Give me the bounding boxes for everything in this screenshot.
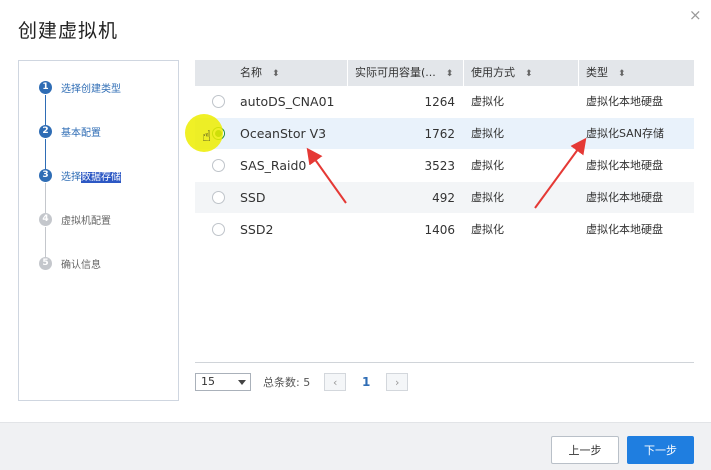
cell-usage: 虚拟化 bbox=[471, 95, 504, 108]
datastore-table: 名称 ⬍ 实际可用容量(... ⬍ 使用方式 ⬍ 类型 ⬍ autoDS_CNA01 1… bbox=[195, 60, 694, 246]
hand-cursor-icon: ☝ bbox=[202, 127, 212, 145]
cell-usage: 虚拟化 bbox=[471, 159, 504, 172]
column-divider[interactable] bbox=[347, 60, 348, 86]
table-row[interactable]: SSD 492 虚拟化 虚拟化本地硬盘 bbox=[195, 182, 694, 214]
cell-name: OceanStor V3 bbox=[240, 126, 327, 141]
table-row[interactable]: SSD2 1406 虚拟化 虚拟化本地硬盘 bbox=[195, 214, 694, 246]
step-label: 虚拟机配置 bbox=[61, 215, 111, 227]
page-size-value: 15 bbox=[201, 375, 215, 388]
cell-usage: 虚拟化 bbox=[471, 223, 504, 236]
cell-capacity: 1762 bbox=[424, 127, 455, 141]
chevron-down-icon bbox=[238, 380, 246, 385]
step-4: 4 虚拟机配置 bbox=[39, 209, 111, 229]
sort-icon[interactable]: ⬍ bbox=[272, 69, 280, 79]
step-1[interactable]: 1 选择创建类型 bbox=[39, 77, 121, 97]
sort-icon[interactable]: ⬍ bbox=[618, 69, 626, 79]
column-header-name[interactable]: 名称 ⬍ bbox=[240, 60, 280, 86]
column-header-capacity[interactable]: 实际可用容量(... ⬍ bbox=[355, 60, 453, 86]
cell-name: autoDS_CNA01 bbox=[240, 94, 335, 109]
create-vm-dialog: 创建虚拟机 × 1 选择创建类型 2 基本配置 3 选择数据存储 4 虚拟机配置… bbox=[0, 0, 711, 470]
step-label: 选择创建类型 bbox=[61, 83, 121, 95]
cell-name: SSD bbox=[240, 190, 266, 205]
cell-usage: 虚拟化 bbox=[471, 127, 504, 140]
table-row[interactable]: autoDS_CNA01 1264 虚拟化 虚拟化本地硬盘 bbox=[195, 86, 694, 118]
cell-capacity: 3523 bbox=[424, 159, 455, 173]
column-header-usage[interactable]: 使用方式 ⬍ bbox=[471, 60, 533, 86]
cell-name: SAS_Raid0 bbox=[240, 158, 307, 173]
close-icon[interactable]: × bbox=[689, 6, 702, 24]
step-number: 1 bbox=[39, 80, 52, 94]
row-radio[interactable] bbox=[212, 95, 225, 108]
step-number: 3 bbox=[39, 168, 52, 182]
cell-capacity: 1264 bbox=[424, 95, 455, 109]
next-page-button[interactable]: › bbox=[386, 373, 409, 391]
next-step-button[interactable]: 下一步 bbox=[627, 436, 694, 464]
row-radio[interactable] bbox=[212, 223, 225, 236]
column-title: 名称 bbox=[240, 66, 262, 79]
column-title: 使用方式 bbox=[471, 66, 515, 79]
column-title: 类型 bbox=[586, 66, 608, 79]
sort-icon[interactable]: ⬍ bbox=[525, 69, 533, 79]
column-header-type[interactable]: 类型 ⬍ bbox=[586, 60, 626, 86]
step-number: 4 bbox=[39, 212, 52, 226]
cell-type: 虚拟化本地硬盘 bbox=[586, 191, 663, 204]
step-label-prefix: 选择 bbox=[61, 171, 81, 183]
table-footer-divider bbox=[195, 362, 694, 363]
cell-type: 虚拟化本地硬盘 bbox=[586, 95, 663, 108]
step-number: 5 bbox=[39, 256, 52, 270]
row-radio[interactable] bbox=[212, 159, 225, 172]
column-divider[interactable] bbox=[578, 60, 579, 86]
step-label: 基本配置 bbox=[61, 127, 101, 139]
step-3[interactable]: 3 选择数据存储 bbox=[39, 165, 121, 185]
step-number: 2 bbox=[39, 124, 52, 138]
step-label: 选择数据存储 bbox=[61, 168, 121, 183]
column-title: 实际可用容量(... bbox=[355, 66, 436, 79]
cell-capacity: 1406 bbox=[424, 223, 455, 237]
table-header: 名称 ⬍ 实际可用容量(... ⬍ 使用方式 ⬍ 类型 ⬍ bbox=[195, 60, 694, 86]
table-row[interactable]: SAS_Raid0 3523 虚拟化 虚拟化本地硬盘 bbox=[195, 150, 694, 182]
pagination: 15 总条数: 5 ‹ 1 › bbox=[195, 372, 409, 392]
cell-type: 虚拟化SAN存储 bbox=[586, 127, 664, 140]
row-radio[interactable] bbox=[212, 191, 225, 204]
prev-step-button[interactable]: 上一步 bbox=[551, 436, 619, 464]
step-label-highlight: 数据存储 bbox=[81, 171, 121, 183]
cell-capacity: 492 bbox=[432, 191, 455, 205]
dialog-title: 创建虚拟机 bbox=[18, 20, 119, 42]
wizard-steps: 1 选择创建类型 2 基本配置 3 选择数据存储 4 虚拟机配置 5 确认信息 bbox=[18, 60, 179, 401]
page-size-select[interactable]: 15 bbox=[195, 373, 251, 391]
prev-page-button[interactable]: ‹ bbox=[324, 373, 347, 391]
total-count: 总条数: 5 bbox=[263, 376, 311, 389]
cell-type: 虚拟化本地硬盘 bbox=[586, 223, 663, 236]
cell-usage: 虚拟化 bbox=[471, 191, 504, 204]
table-row-selected[interactable]: OceanStor V3 1762 虚拟化 虚拟化SAN存储 bbox=[195, 118, 694, 150]
step-5: 5 确认信息 bbox=[39, 253, 101, 273]
current-page[interactable]: 1 bbox=[354, 375, 378, 389]
cell-type: 虚拟化本地硬盘 bbox=[586, 159, 663, 172]
step-2[interactable]: 2 基本配置 bbox=[39, 121, 101, 141]
sort-icon[interactable]: ⬍ bbox=[446, 69, 454, 79]
step-label: 确认信息 bbox=[61, 259, 101, 271]
column-divider[interactable] bbox=[463, 60, 464, 86]
cell-name: SSD2 bbox=[240, 222, 274, 237]
